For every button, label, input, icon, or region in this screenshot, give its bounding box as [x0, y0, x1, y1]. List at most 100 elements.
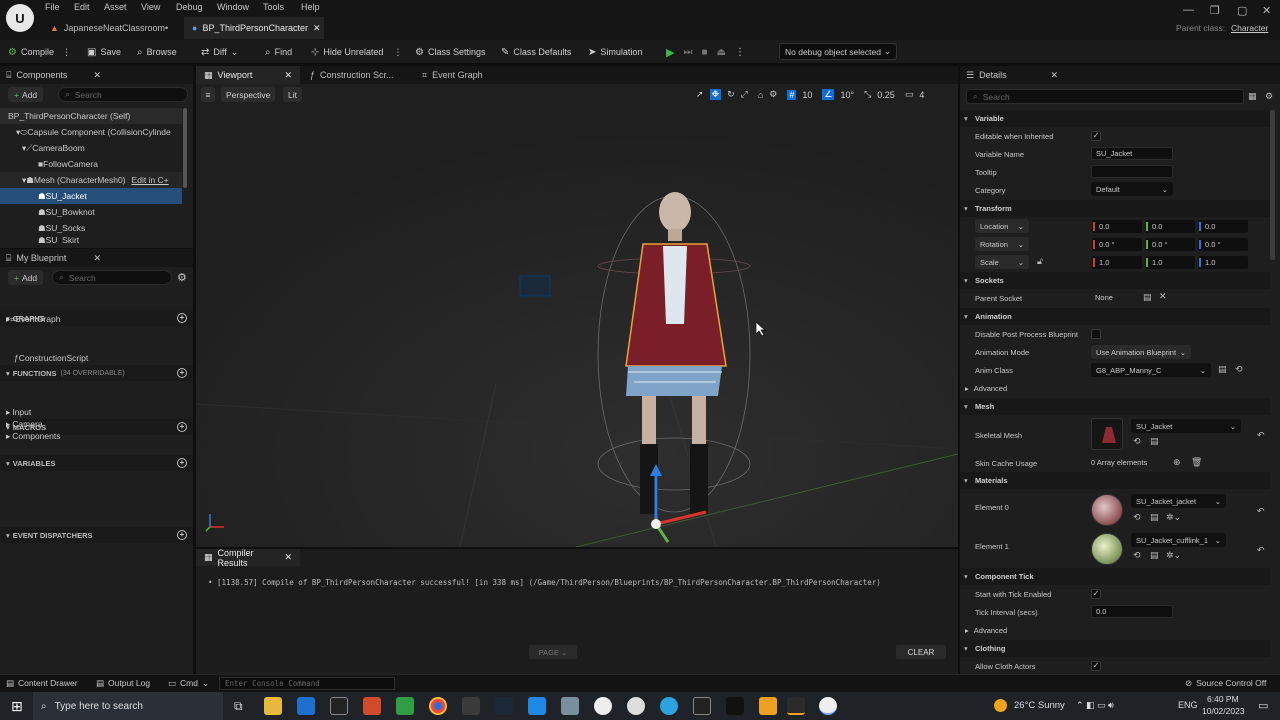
scrollbar[interactable] — [183, 108, 187, 188]
minimize-icon[interactable]: — — [1183, 4, 1194, 16]
rotation-snap-value[interactable]: 10° — [840, 90, 854, 100]
add-icon[interactable]: + — [177, 313, 187, 323]
use-selected-icon[interactable]: ⟲ — [1133, 436, 1141, 447]
source-control-button[interactable]: ⊘ Source Control Off — [1185, 678, 1266, 689]
element-1-thumbnail[interactable] — [1091, 533, 1123, 565]
trash-icon[interactable]: 🗑︎ — [1191, 457, 1202, 468]
add-icon[interactable]: + — [177, 530, 187, 540]
lock-icon[interactable]: 🔓︎ — [1037, 256, 1043, 267]
app-icon[interactable] — [528, 697, 546, 715]
var-group-components[interactable]: ▸ Components — [6, 430, 60, 442]
grid-snap-icon[interactable]: # — [787, 89, 797, 100]
windows-start-icon[interactable]: ⊞ — [11, 698, 23, 715]
unreal-engine-icon[interactable] — [594, 697, 612, 715]
file-explorer-icon[interactable] — [264, 697, 282, 715]
maximize-icon[interactable]: ❐ — [1210, 4, 1220, 17]
page-dropdown[interactable]: PAGE ⌄ — [529, 645, 577, 659]
close-icon[interactable]: ✕ — [284, 552, 292, 563]
diff-button[interactable]: ⇄ Diff ⌄ — [201, 40, 238, 64]
eject-icon[interactable]: ⏏ — [717, 47, 726, 58]
menu-asset[interactable]: Asset — [104, 2, 127, 14]
use-selected-icon[interactable]: ⟲ — [1133, 550, 1141, 561]
simulation-button[interactable]: ➤ Simulation — [588, 40, 642, 64]
find-button[interactable]: ⌕ Find — [265, 40, 292, 64]
browse-asset-icon[interactable]: ▤ — [1150, 512, 1159, 523]
obs-icon[interactable] — [627, 697, 645, 715]
clear-icon[interactable]: ✕ — [1159, 291, 1167, 302]
tick-interval-field[interactable]: 0.0 — [1091, 605, 1173, 618]
skeletal-mesh-thumbnail[interactable] — [1091, 418, 1123, 450]
translate-icon[interactable]: ✥ — [709, 89, 722, 100]
section-variable[interactable]: Variable — [960, 110, 1270, 127]
my-blueprint-search-input[interactable]: ⌕ Search — [52, 270, 172, 285]
use-selected-icon[interactable]: ⟲ — [1133, 512, 1141, 523]
section-mesh[interactable]: Mesh — [960, 398, 1270, 415]
use-selected-icon[interactable]: ⟲ — [1235, 364, 1243, 375]
tree-item-su-socks[interactable]: ☗ SU_Socks — [0, 220, 182, 236]
tray-icons[interactable]: ⌃ ◧ ▭ 🔊︎ — [1076, 700, 1114, 711]
tree-item-mesh[interactable]: ▾ ☗ Mesh (CharacterMesh0) Edit in C+ — [0, 172, 182, 188]
notifications-icon[interactable]: ▭ — [1258, 699, 1268, 712]
stop-icon[interactable]: ■ — [701, 47, 707, 58]
menu-debug[interactable]: Debug — [176, 2, 203, 14]
section-sockets[interactable]: Sockets — [960, 272, 1270, 289]
chrome-icon[interactable] — [429, 697, 447, 715]
menu-file[interactable]: File — [45, 2, 60, 14]
menu-help[interactable]: Help — [301, 2, 320, 14]
close-window-icon[interactable]: ✕ — [1262, 4, 1271, 17]
debug-object-dropdown[interactable]: No debug object selected ⌄ — [779, 43, 897, 60]
add-icon[interactable]: + — [177, 422, 187, 432]
camera-speed-value[interactable]: 4 — [919, 90, 924, 100]
hide-unrelated-button[interactable]: ⊹ Hide Unrelated ⋮ — [311, 40, 402, 64]
scale-dropdown[interactable]: Scale ⌄ — [975, 255, 1029, 269]
rotation-y-field[interactable]: 0.0 ° — [1145, 238, 1195, 251]
app-icon[interactable] — [462, 697, 480, 715]
options-icon[interactable]: ✲⌄ — [1166, 550, 1181, 561]
rotation-x-field[interactable]: 0.0 ° — [1092, 238, 1142, 251]
more-options-icon[interactable]: ⋮ — [393, 47, 402, 58]
unreal-logo-icon[interactable]: U — [6, 4, 34, 32]
scale-z-field[interactable]: 1.0 — [1198, 256, 1248, 269]
add-icon[interactable]: + — [177, 458, 187, 468]
advanced-tick-row[interactable]: ▸ Advanced — [965, 626, 1007, 635]
var-group-camera[interactable]: ▸ Camera — [6, 418, 43, 430]
location-x-field[interactable]: 0.0 — [1092, 220, 1142, 233]
scale-x-field[interactable]: 1.0 — [1092, 256, 1142, 269]
variable-name-field[interactable]: SU_Jacket — [1091, 147, 1173, 160]
menu-tools[interactable]: Tools — [263, 2, 284, 14]
scale-snap-icon[interactable]: ⤡ — [864, 89, 871, 100]
category-dropdown[interactable]: Default ⌄ — [1091, 182, 1173, 196]
allow-cloth-actors-checkbox[interactable]: ✓ — [1091, 661, 1101, 671]
animation-mode-dropdown[interactable]: Use Animation Blueprint ⌄ — [1091, 345, 1191, 359]
menu-view[interactable]: View — [141, 2, 160, 14]
tree-item-capsule[interactable]: ▾ ⬭ Capsule Component (CollisionCylinde — [0, 124, 182, 140]
epic-games-icon[interactable] — [330, 697, 348, 715]
app-icon[interactable] — [759, 697, 777, 715]
browse-asset-icon[interactable]: ▤ — [1218, 364, 1227, 375]
gear-icon[interactable]: ⚙ — [177, 271, 187, 284]
class-defaults-button[interactable]: ✎ Class Defaults — [501, 40, 571, 64]
section-event-dispatchers[interactable]: ▾ EVENT DISPATCHERS + — [0, 527, 193, 543]
save-button[interactable]: ▣ Save — [87, 40, 121, 64]
telegram-icon[interactable] — [660, 697, 678, 715]
menu-edit[interactable]: Edit — [74, 2, 90, 14]
rotation-dropdown[interactable]: Rotation ⌄ — [975, 237, 1029, 251]
language-indicator[interactable]: ENG — [1178, 700, 1198, 710]
options-icon[interactable]: ✲⌄ — [1166, 512, 1181, 523]
tree-item-su-skirt[interactable]: ☗ SU_Skirt — [0, 236, 182, 244]
tab-compiler-results[interactable]: ▦ Compiler Results ✕ — [196, 548, 300, 568]
more-options-icon[interactable]: ⋮ — [735, 47, 745, 58]
section-variables[interactable]: ▾ VARIABLES + — [0, 455, 193, 471]
tree-item-su-bowknot[interactable]: ☗ SU_Bowknot — [0, 204, 182, 220]
step-icon[interactable]: ⏭ — [683, 47, 692, 58]
parent-socket-value[interactable]: None — [1091, 291, 1141, 304]
output-log-button[interactable]: ▤ Output Log — [96, 678, 150, 689]
close-icon[interactable]: ✕ — [284, 70, 292, 81]
tab-level[interactable]: ▲ JapaneseNeatClassroom• — [42, 17, 182, 39]
start-tick-checkbox[interactable]: ✓ — [1091, 589, 1101, 599]
var-group-input[interactable]: ▸ Input — [6, 406, 31, 418]
scale-y-field[interactable]: 1.0 — [1145, 256, 1195, 269]
lit-button[interactable]: Lit — [283, 87, 302, 102]
add-element-icon[interactable]: ⊕ — [1173, 457, 1181, 468]
tab-construction-script[interactable]: ƒ Construction Scr... — [302, 66, 412, 84]
